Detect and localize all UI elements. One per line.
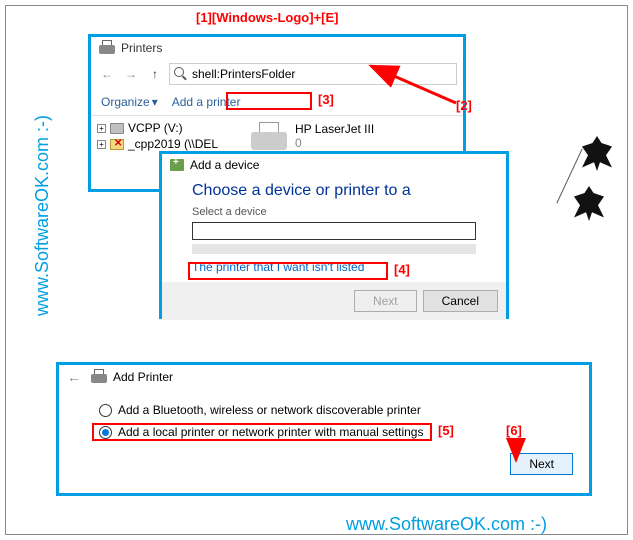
printer-name: HP LaserJet III (295, 122, 374, 136)
highlight-box-4 (188, 262, 388, 280)
tree-label: VCPP (V:) (128, 121, 183, 135)
nav-fwd-icon: → (121, 64, 141, 84)
printer-large-icon (251, 122, 287, 152)
organize-menu[interactable]: Organize ▾ (101, 95, 158, 109)
cancel-button[interactable]: Cancel (423, 290, 498, 312)
search-icon (174, 67, 188, 81)
chevron-down-icon: ▾ (152, 95, 158, 109)
radio-option-discoverable[interactable]: Add a Bluetooth, wireless or network dis… (99, 399, 563, 421)
annotation-step-4: [4] (394, 262, 410, 277)
list-item[interactable]: HP LaserJet III 0 (251, 122, 374, 152)
nav-back-icon[interactable]: ← (97, 64, 117, 84)
radio-label: Add a Bluetooth, wireless or network dis… (118, 403, 421, 417)
printer-icon (99, 41, 115, 55)
annotation-step-2: [2] (456, 98, 472, 113)
highlight-box-5 (92, 423, 432, 441)
watermark: www.SoftwareOK.com :-) (346, 514, 547, 535)
annotation-step-6: [6] (506, 423, 522, 438)
dialog-heading: Choose a device or printer to a (192, 182, 476, 200)
printer-icon (91, 370, 107, 384)
dialog-buttons: Next Cancel (162, 282, 506, 320)
nav-back-icon[interactable]: ← (67, 369, 85, 385)
tree-item[interactable]: + _cpp2019 (\\DEL (97, 136, 235, 152)
device-list-bar (192, 244, 476, 254)
annotation-step-5: [5] (438, 423, 454, 438)
window-title: Printers (121, 41, 162, 55)
next-button: Next (354, 290, 417, 312)
annotation-step-1: [1][Windows-Logo]+[E] (196, 10, 339, 25)
device-list-box[interactable] (192, 222, 476, 240)
annotation-step-3: [3] (318, 92, 334, 107)
tree-label: _cpp2019 (\\DEL (128, 137, 218, 151)
window-titlebar: Printers (91, 37, 463, 59)
tree-expand-icon[interactable]: + (97, 140, 106, 149)
window-titlebar: Add a device (162, 154, 506, 176)
highlight-box-3 (226, 92, 312, 110)
window-titlebar: ← Add Printer (59, 365, 589, 389)
printer-count: 0 (295, 136, 374, 150)
red-arrow-2 (361, 58, 471, 118)
watermark: www.SoftwareOK.com :-) (32, 115, 53, 316)
tree-expand-icon[interactable]: + (97, 124, 106, 133)
red-arrow-6 (506, 438, 530, 468)
climbers-decoration (532, 136, 612, 246)
window-title: Add Printer (113, 370, 173, 384)
nav-up-icon[interactable]: ↑ (145, 64, 165, 84)
add-device-window: Add a device Choose a device or printer … (159, 151, 509, 319)
device-icon (170, 159, 184, 171)
folder-error-icon (110, 139, 124, 150)
disk-icon (110, 123, 124, 134)
dialog-sub: Select a device (192, 206, 476, 218)
window-title: Add a device (190, 158, 259, 172)
organize-label: Organize (101, 95, 150, 109)
radio-icon[interactable] (99, 404, 112, 417)
tree-item[interactable]: + VCPP (V:) (97, 120, 235, 136)
